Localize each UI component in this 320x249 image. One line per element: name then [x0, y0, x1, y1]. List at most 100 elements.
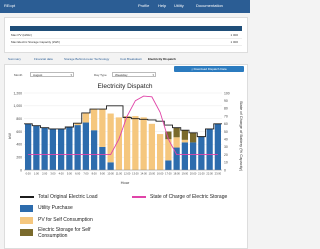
series-line-state-of-charge — [28, 95, 218, 156]
bar-utility-purchase — [24, 123, 32, 170]
tab-electricity-dispatch[interactable]: Electricity Dispatch — [148, 57, 176, 61]
bar-electric-storage-for-self-consumption — [181, 130, 189, 140]
bar-utility-purchase — [181, 142, 189, 170]
bar-utility-purchase — [33, 125, 40, 170]
bar-pv-for-self-consumption — [82, 112, 90, 123]
y2-tick-label: 80 — [224, 107, 228, 111]
tab-summary[interactable]: Summary — [8, 57, 21, 61]
day-type-value: Weekday — [115, 73, 128, 77]
legend-soc[interactable]: State of Charge of Electric Storage — [150, 194, 227, 200]
y-tick-label: 200 — [16, 155, 22, 159]
bar-utility-purchase — [189, 142, 197, 170]
bar-utility-purchase — [41, 127, 48, 170]
y2-tick-label: 0 — [224, 168, 226, 172]
bar-utility-purchase — [66, 127, 73, 170]
y-tick-label: 0 — [20, 168, 22, 172]
legend-total-load[interactable]: Total Original Electric Load — [38, 194, 97, 200]
x-tick-label: 7:00 — [83, 172, 89, 176]
x-tick-label: 15:00 — [149, 172, 156, 176]
bar-electric-storage-for-self-consumption — [173, 127, 180, 138]
x-tick-label: 4:00 — [59, 172, 65, 176]
x-tick-label: 9:00 — [100, 172, 106, 176]
legend-storage[interactable]: Electric Storage for Self Consumption — [38, 227, 118, 239]
nav-help[interactable]: Help — [158, 3, 166, 8]
month-select[interactable]: August ▾ — [30, 72, 74, 77]
bar-pv-for-self-consumption — [140, 117, 147, 170]
y2-tick-label: 20 — [224, 153, 228, 157]
x-tick-label: 6:00 — [75, 172, 81, 176]
x-tick-label: 13:00 — [132, 172, 139, 176]
download-label: Download Dispatch Data — [193, 67, 227, 71]
legend-swatch-pv — [20, 217, 33, 224]
dispatch-chart: Electricity Dispatch kW State of Charge … — [7, 83, 244, 185]
x-tick-label: 19:00 — [182, 172, 189, 176]
y2-tick-label: 100 — [224, 91, 230, 95]
bar-electric-storage-for-self-consumption — [189, 132, 197, 143]
y-axis-label: kW — [7, 133, 12, 139]
download-dispatch-button[interactable]: ⤓ Download Dispatch Data — [174, 66, 244, 72]
bar-utility-purchase — [165, 160, 172, 170]
day-type-select[interactable]: Weekday ▾ — [112, 72, 156, 77]
top-nav-bar: REopt Profile Help Utility Documentation — [0, 0, 250, 13]
y2-tick-label: 60 — [224, 122, 228, 126]
bar-pv-for-self-consumption — [99, 109, 106, 147]
y2-tick-label: 10 — [224, 161, 228, 165]
chart-title: Electricity Dispatch — [98, 83, 153, 90]
y2-tick-label: 50 — [224, 130, 228, 134]
brand-logo[interactable]: REopt — [4, 3, 15, 8]
nav-documentation[interactable]: Documentation — [196, 3, 223, 8]
row-value: 1 000 — [230, 40, 238, 44]
legend-swatch-storage — [20, 229, 33, 236]
x-tick-label: 14:00 — [140, 172, 147, 176]
legend-swatch-load — [20, 196, 34, 198]
x-tick-label: 12:00 — [124, 172, 131, 176]
day-type-label: Day Type — [94, 73, 107, 77]
tab-financial[interactable]: Financial data — [34, 57, 53, 61]
y2-tick-label: 40 — [224, 138, 228, 142]
x-tick-label: 10:00 — [107, 172, 114, 176]
bar-pv-for-self-consumption — [90, 109, 98, 131]
bar-pv-for-self-consumption — [123, 116, 131, 170]
x-tick-label: 20:00 — [190, 172, 197, 176]
nav-profile[interactable]: Profile — [138, 3, 149, 8]
row-label: Max Electric Storage Capacity (kWh) — [11, 40, 61, 44]
x-tick-label: 18:00 — [173, 172, 180, 176]
tab-storage[interactable]: Storage Behind-meter Technology — [64, 57, 109, 61]
x-tick-label: 5:00 — [67, 172, 73, 176]
bar-pv-for-self-consumption — [156, 134, 164, 170]
tab-cost-breakdown[interactable]: Cost Breakdown — [120, 57, 142, 61]
y-tick-label: 1,000 — [14, 104, 23, 108]
bar-pv-for-self-consumption — [173, 137, 180, 148]
bar-utility-purchase — [82, 122, 90, 170]
x-tick-label: 0:00 — [26, 172, 32, 176]
x-tick-label: 22:00 — [206, 172, 213, 176]
legend-utility-purchase[interactable]: Utility Purchase — [38, 205, 73, 211]
summary-card: Max PV (kWdc) 1 000 Max Electric Storage… — [4, 17, 248, 53]
x-tick-label: 2:00 — [42, 172, 48, 176]
x-tick-label: 3:00 — [50, 172, 56, 176]
y-tick-label: 800 — [16, 117, 22, 121]
x-axis-label: Hour — [121, 180, 130, 185]
x-tick-label: 8:00 — [92, 172, 98, 176]
y-tick-label: 400 — [16, 143, 22, 147]
results-tabs: Summary Financial data Storage Behind-me… — [6, 57, 244, 63]
x-tick-label: 23:00 — [215, 172, 222, 176]
x-tick-label: 11:00 — [116, 172, 123, 176]
summary-table-header — [10, 26, 242, 31]
row-value: 1 000 — [230, 33, 238, 37]
legend-pv[interactable]: PV for Self Consumption — [38, 217, 93, 223]
legend-swatch-utility — [20, 205, 33, 212]
bar-utility-purchase — [90, 130, 98, 170]
bar-utility-purchase — [99, 146, 106, 170]
legend-swatch-soc — [132, 196, 146, 198]
bar-utility-purchase — [107, 162, 114, 170]
chart-legend: Total Original Electric Load State of Ch… — [4, 192, 246, 247]
y2-tick-label: 70 — [224, 114, 228, 118]
bar-pv-for-self-consumption — [132, 116, 139, 170]
x-tick-label: 21:00 — [198, 172, 205, 176]
month-value: August — [33, 73, 43, 77]
bar-pv-for-self-consumption — [181, 139, 189, 143]
row-label: Max PV (kWdc) — [11, 33, 32, 37]
bar-utility-purchase — [57, 128, 65, 170]
nav-utility[interactable]: Utility — [174, 3, 184, 8]
